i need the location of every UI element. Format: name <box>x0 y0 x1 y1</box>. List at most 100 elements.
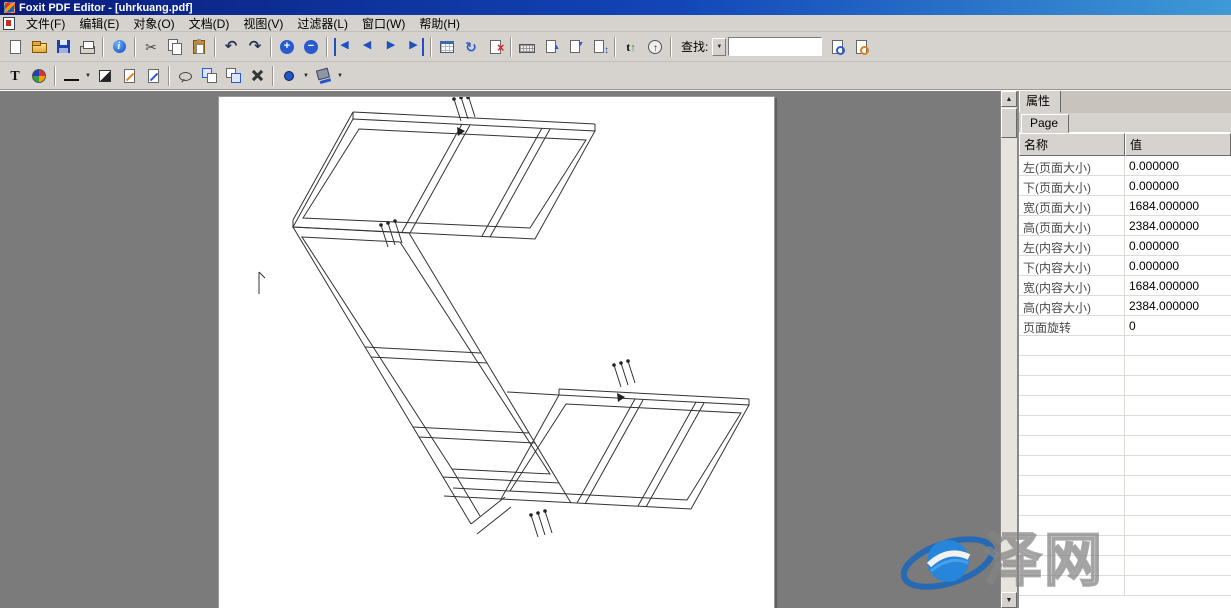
document-canvas[interactable] <box>0 91 1000 608</box>
color-swirl-button[interactable] <box>27 64 51 88</box>
find-dropdown-arrow-icon[interactable]: ▼ <box>712 38 726 56</box>
property-value[interactable] <box>1125 556 1231 575</box>
property-value[interactable] <box>1125 576 1231 595</box>
scrollbar-thumb[interactable] <box>1001 108 1017 138</box>
scroll-down-button[interactable]: ▼ <box>1001 592 1017 608</box>
property-row[interactable] <box>1019 496 1231 516</box>
property-row[interactable]: 左(页面大小)0.000000 <box>1019 156 1231 176</box>
prev-page-button[interactable] <box>355 35 379 59</box>
property-value[interactable] <box>1125 496 1231 515</box>
property-row[interactable]: 高(内容大小)2384.000000 <box>1019 296 1231 316</box>
menu-item[interactable]: 窗口(W) <box>355 14 412 33</box>
paste-button[interactable] <box>187 35 211 59</box>
undo-button[interactable] <box>219 35 243 59</box>
redo-button[interactable] <box>243 35 267 59</box>
property-value[interactable] <box>1125 516 1231 535</box>
last-page-button[interactable] <box>403 35 427 59</box>
property-value[interactable]: 2384.000000 <box>1125 296 1231 315</box>
up-circle-button[interactable] <box>643 35 667 59</box>
fill-bucket-button[interactable] <box>311 64 335 88</box>
text-tool-button[interactable] <box>3 64 27 88</box>
edit-object-button[interactable] <box>117 64 141 88</box>
copy-button[interactable] <box>163 35 187 59</box>
pdf-page[interactable] <box>218 96 775 608</box>
page-down-arrow-button[interactable] <box>563 35 587 59</box>
text-up-button[interactable] <box>619 35 643 59</box>
page-grid-button[interactable] <box>435 35 459 59</box>
fill-shape-button[interactable] <box>93 64 117 88</box>
menu-item[interactable]: 帮助(H) <box>412 14 467 33</box>
scroll-up-button[interactable]: ▲ <box>1001 91 1017 107</box>
transform-a-button[interactable] <box>197 64 221 88</box>
first-page-button[interactable] <box>331 35 355 59</box>
property-row[interactable] <box>1019 396 1231 416</box>
next-page-button[interactable] <box>379 35 403 59</box>
menu-item[interactable]: 视图(V) <box>236 14 290 33</box>
print-button[interactable] <box>75 35 99 59</box>
property-row[interactable] <box>1019 556 1231 576</box>
tab-page[interactable]: Page <box>1021 114 1069 133</box>
document-window-icon[interactable] <box>3 17 15 30</box>
property-row[interactable] <box>1019 576 1231 596</box>
page-both-arrow-button[interactable] <box>587 35 611 59</box>
stroke-color-button[interactable] <box>277 64 301 88</box>
property-row[interactable]: 宽(页面大小)1684.000000 <box>1019 196 1231 216</box>
properties-title-tab[interactable]: 属性 <box>1019 91 1061 113</box>
dropdown-arrow-icon[interactable] <box>335 65 345 87</box>
property-value[interactable] <box>1125 396 1231 415</box>
dropdown-arrow-icon[interactable] <box>83 65 93 87</box>
property-row[interactable] <box>1019 336 1231 356</box>
property-row[interactable]: 下(内容大小)0.000000 <box>1019 256 1231 276</box>
property-row[interactable]: 下(页面大小)0.000000 <box>1019 176 1231 196</box>
column-header-value[interactable]: 值 <box>1125 133 1231 156</box>
property-value[interactable]: 0.000000 <box>1125 176 1231 195</box>
menu-item[interactable]: 对象(O) <box>126 14 181 33</box>
property-value[interactable]: 0.000000 <box>1125 156 1231 175</box>
menu-item[interactable]: 编辑(E) <box>72 14 126 33</box>
menu-item[interactable]: 过滤器(L) <box>290 14 355 33</box>
property-value[interactable]: 1684.000000 <box>1125 196 1231 215</box>
property-row[interactable] <box>1019 476 1231 496</box>
new-button[interactable] <box>3 35 27 59</box>
property-value[interactable] <box>1125 436 1231 455</box>
property-value[interactable]: 0.000000 <box>1125 236 1231 255</box>
find-input[interactable] <box>728 37 822 56</box>
zoom-out-button[interactable] <box>299 35 323 59</box>
cut-button[interactable] <box>139 35 163 59</box>
save-button[interactable] <box>51 35 75 59</box>
property-row[interactable] <box>1019 436 1231 456</box>
select-lasso-button[interactable] <box>173 64 197 88</box>
property-value[interactable] <box>1125 416 1231 435</box>
property-value[interactable]: 0.000000 <box>1125 256 1231 275</box>
property-row[interactable] <box>1019 356 1231 376</box>
column-header-name[interactable]: 名称 <box>1019 133 1125 156</box>
vertical-scrollbar[interactable]: ▲ ▼ <box>1000 91 1017 608</box>
property-row[interactable]: 高(页面大小)2384.000000 <box>1019 216 1231 236</box>
property-row[interactable] <box>1019 376 1231 396</box>
property-value[interactable]: 1684.000000 <box>1125 276 1231 295</box>
property-value[interactable] <box>1125 376 1231 395</box>
delete-page-button[interactable] <box>483 35 507 59</box>
page-up-arrow-button[interactable] <box>539 35 563 59</box>
menu-item[interactable]: 文档(D) <box>182 14 237 33</box>
menu-item[interactable]: 文件(F) <box>19 14 72 33</box>
property-value[interactable] <box>1125 476 1231 495</box>
property-row[interactable]: 左(内容大小)0.000000 <box>1019 236 1231 256</box>
property-value[interactable]: 0 <box>1125 316 1231 335</box>
info-button[interactable] <box>107 35 131 59</box>
property-value[interactable] <box>1125 356 1231 375</box>
zoom-in-button[interactable] <box>275 35 299 59</box>
transform-b-button[interactable] <box>221 64 245 88</box>
property-row[interactable] <box>1019 516 1231 536</box>
find-doc2-button[interactable] <box>849 35 873 59</box>
tools-hammer-button[interactable] <box>245 64 269 88</box>
rotate-page-button[interactable] <box>459 35 483 59</box>
property-row[interactable]: 宽(内容大小)1684.000000 <box>1019 276 1231 296</box>
keyboard-button[interactable] <box>515 35 539 59</box>
property-value[interactable] <box>1125 336 1231 355</box>
edit-form-button[interactable] <box>141 64 165 88</box>
property-value[interactable] <box>1125 536 1231 555</box>
dropdown-arrow-icon[interactable] <box>301 65 311 87</box>
property-value[interactable] <box>1125 456 1231 475</box>
property-value[interactable]: 2384.000000 <box>1125 216 1231 235</box>
